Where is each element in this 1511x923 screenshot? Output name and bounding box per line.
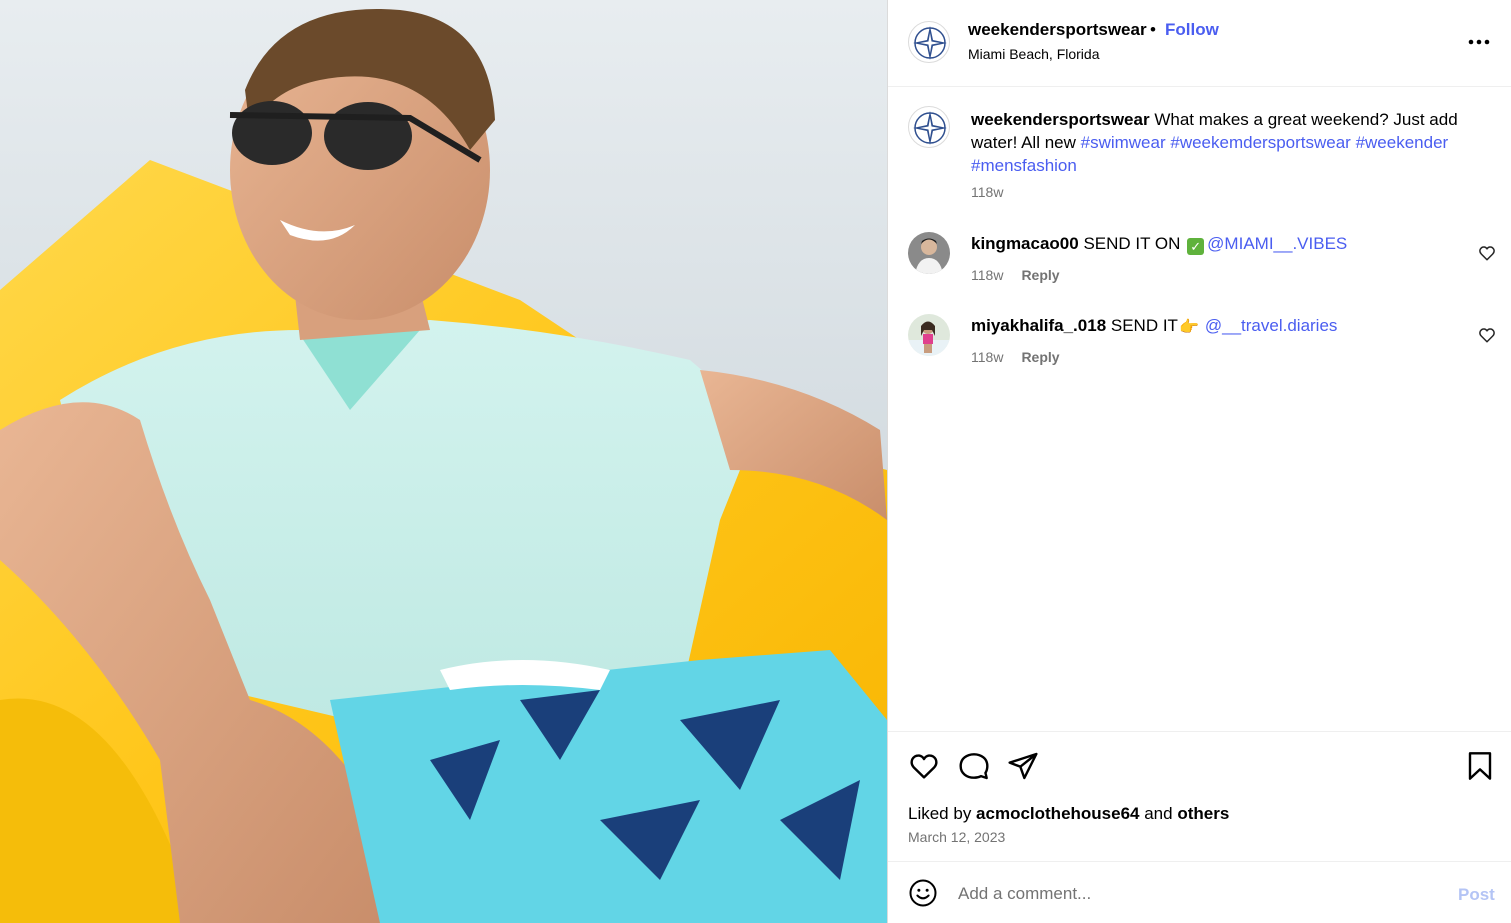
hashtag-weekender[interactable]: #weekender [1356, 133, 1449, 152]
reply-button[interactable]: Reply [1021, 267, 1059, 283]
like-button[interactable] [908, 750, 940, 782]
caption-username[interactable]: weekendersportswear [971, 110, 1150, 129]
comment-timestamp: 118w [971, 267, 1004, 283]
heart-icon [910, 754, 938, 779]
save-button[interactable] [1464, 750, 1496, 782]
post-date: March 12, 2023 [908, 829, 1006, 845]
comment-item: kingmacao00 SEND IT ON ✓ @MIAMI__.VIBES 1… [888, 232, 1511, 302]
hashtag-weekemdersportswear[interactable]: #weekemdersportswear [1170, 133, 1350, 152]
smiley-face-icon [909, 879, 937, 907]
hashtag-mensfashion[interactable]: #mensfashion [971, 156, 1077, 175]
comment-mention[interactable]: @__travel.diaries [1205, 316, 1338, 335]
comment-username[interactable]: kingmacao00 [971, 234, 1079, 253]
caption-avatar[interactable] [908, 106, 950, 148]
comment-body: SEND IT [1106, 316, 1178, 335]
paper-plane-icon [1008, 752, 1038, 780]
follow-button[interactable]: Follow [1165, 20, 1219, 40]
comment-username[interactable]: miyakhalifa_.018 [971, 316, 1106, 335]
comment-like-button[interactable] [1478, 326, 1496, 344]
account-avatar[interactable] [908, 21, 950, 63]
comment-item: miyakhalifa_.018 SEND IT👉 @__travel.diari… [888, 314, 1511, 384]
location-link[interactable]: Miami Beach, Florida [968, 46, 1100, 62]
check-mark-emoji-icon: ✓ [1187, 238, 1205, 255]
liked-by-others-link[interactable]: others [1177, 804, 1229, 823]
post-image[interactable] [0, 0, 887, 923]
liked-by-text: Liked by acmoclothehouse64 and others [908, 804, 1229, 824]
liked-by-user-link[interactable]: acmoclothehouse64 [976, 804, 1139, 823]
liked-by-mid: and [1139, 804, 1178, 823]
more-options-button[interactable] [1466, 30, 1492, 54]
comment-timestamp: 118w [971, 349, 1004, 365]
heart-icon [1479, 246, 1495, 261]
comment-meta: 118w Reply [971, 267, 1060, 283]
comment-input[interactable] [958, 880, 1438, 908]
header-username[interactable]: weekendersportswear [968, 20, 1147, 40]
caption-text: weekendersportswear What makes a great w… [971, 108, 1481, 177]
liked-by-prefix: Liked by [908, 804, 977, 823]
bookmark-icon [1468, 752, 1492, 780]
comment-text: miyakhalifa_.018 SEND IT👉 @__travel.diari… [971, 316, 1337, 337]
add-comment-bar: Post [888, 862, 1511, 923]
emoji-picker-button[interactable] [908, 878, 938, 908]
compass-logo-icon [913, 111, 947, 145]
share-button[interactable] [1007, 750, 1039, 782]
comment-mention[interactable]: @MIAMI__.VIBES [1207, 234, 1347, 253]
commenter-avatar[interactable] [908, 232, 950, 274]
post-side-panel: weekendersportswear • Follow Miami Beach… [887, 0, 1511, 923]
more-horizontal-icon [1468, 39, 1490, 45]
user-avatar-image [908, 314, 950, 356]
separator-dot: • [1150, 20, 1156, 39]
reply-button[interactable]: Reply [1021, 349, 1059, 365]
user-avatar-image [908, 232, 950, 274]
post-photo-illustration [0, 0, 887, 923]
comment-body: SEND IT ON [1078, 234, 1186, 253]
comment-meta: 118w Reply [971, 349, 1060, 365]
pointing-hand-emoji-icon: 👉 [1178, 319, 1199, 336]
hashtag-swimwear[interactable]: #swimwear [1081, 133, 1166, 152]
comment-text: kingmacao00 SEND IT ON ✓ @MIAMI__.VIBES [971, 234, 1347, 255]
comment-like-button[interactable] [1478, 244, 1496, 262]
caption-timestamp: 118w [971, 184, 1004, 200]
comment-button[interactable] [958, 750, 990, 782]
post-comment-button[interactable]: Post [1458, 885, 1495, 905]
post-actions-section: Liked by acmoclothehouse64 and others Ma… [888, 731, 1511, 862]
post-header: weekendersportswear • Follow Miami Beach… [888, 0, 1511, 87]
commenter-avatar[interactable] [908, 314, 950, 356]
compass-logo-icon [913, 26, 947, 60]
comment-bubble-icon [959, 753, 989, 780]
heart-icon [1479, 328, 1495, 343]
